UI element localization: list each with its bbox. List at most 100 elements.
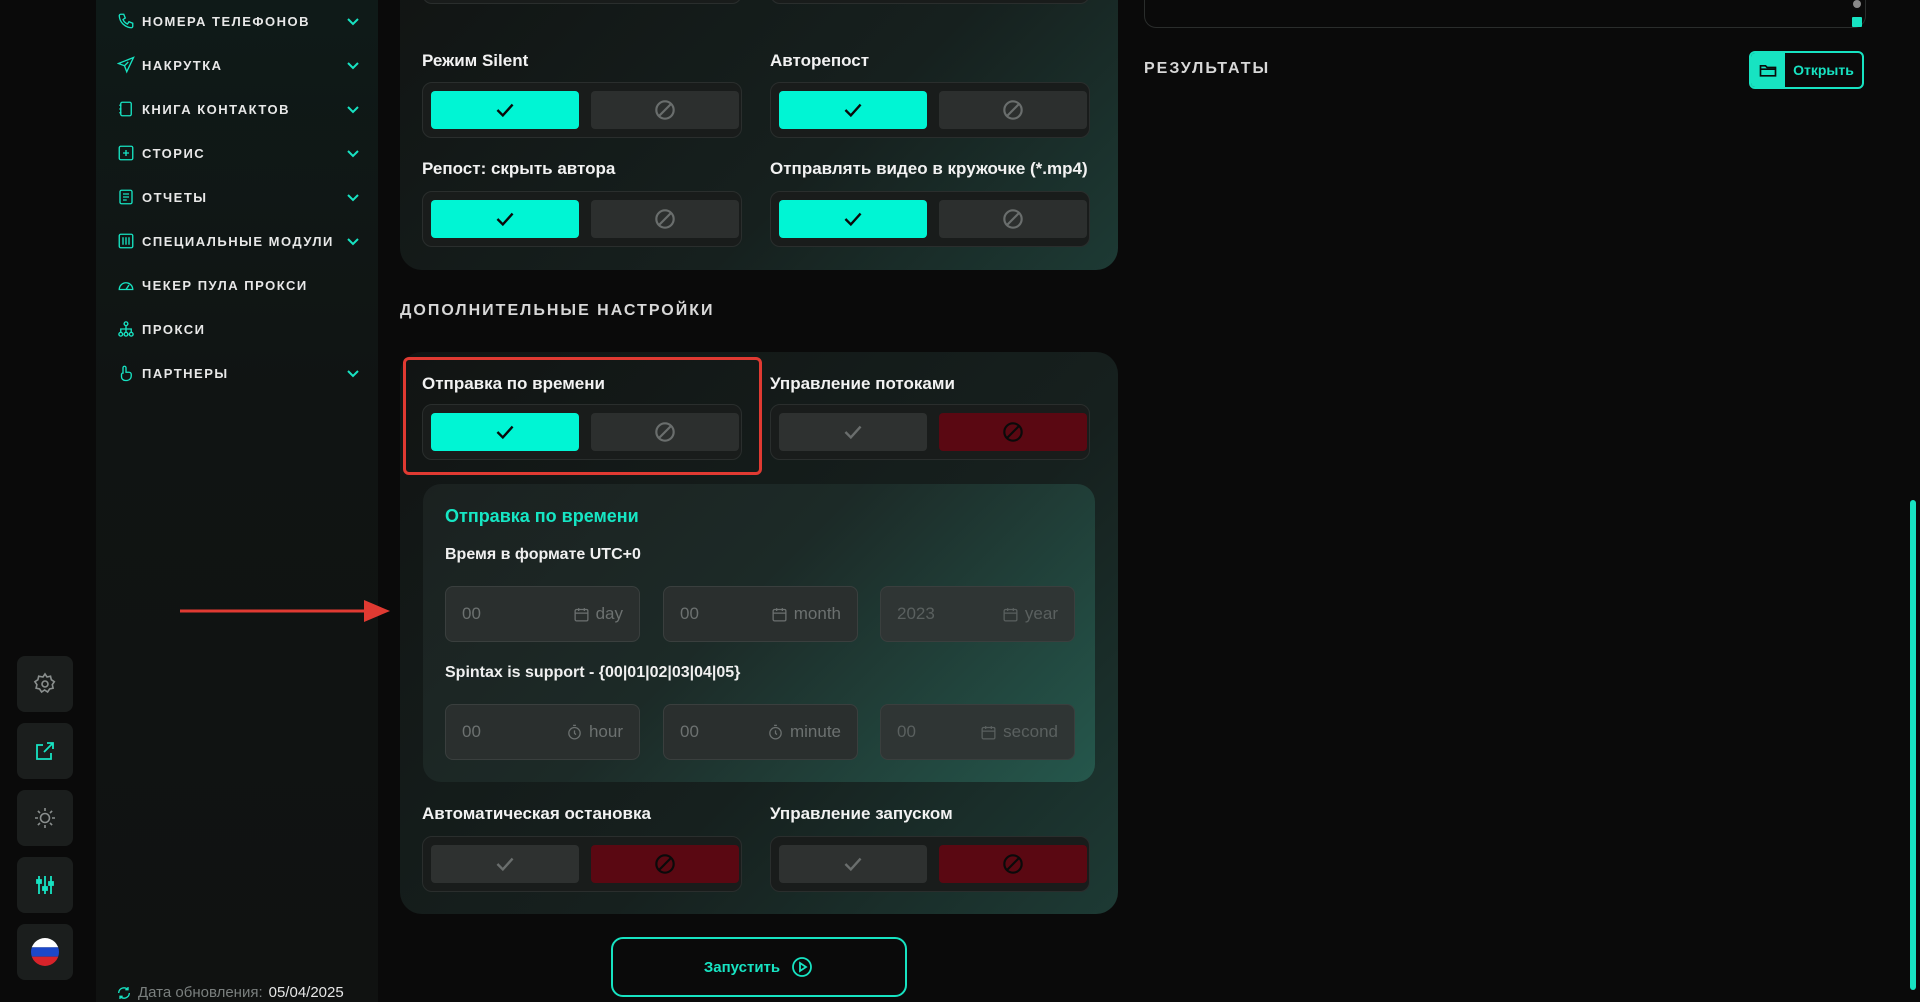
check-icon	[844, 425, 862, 440]
chevron-down-icon	[347, 370, 359, 378]
schedule-panel: Отправка по времени Время в формате UTC+…	[423, 484, 1095, 782]
sidebar-item-reports[interactable]: ОТЧЕТЫ	[116, 182, 361, 212]
ban-icon	[655, 100, 675, 120]
sidebar-item-proxy-checker[interactable]: ЧЕКЕР ПУЛА ПРОКСИ	[116, 270, 361, 300]
hide-author-toggle	[422, 191, 742, 247]
brightness-icon	[35, 808, 55, 828]
extra-settings-title: ДОПОЛНИТЕЛЬНЫЕ НАСТРОЙКИ	[400, 302, 715, 319]
threads-on-button[interactable]	[779, 413, 927, 451]
autorepost-toggle	[770, 82, 1090, 138]
update-date-line: Дата обновления: 05/04/2025	[116, 984, 344, 1001]
log-textarea[interactable]	[1144, 0, 1866, 28]
sidebar-item-phones[interactable]: НОМЕРА ТЕЛЕФОНОВ	[116, 6, 361, 36]
plus-square-icon	[116, 143, 136, 163]
icon-rail	[0, 0, 96, 1002]
stopwatch-icon	[568, 724, 581, 740]
minute-unit: minute	[789, 722, 841, 741]
video-circle-off-button[interactable]	[939, 200, 1087, 238]
sidebar-item-label: НАКРУТКА	[142, 57, 223, 73]
calendar-icon	[1003, 607, 1018, 622]
sidebar-item-label: ОТЧЕТЫ	[142, 189, 208, 205]
silent-on-button[interactable]	[431, 91, 579, 129]
sliders-icon	[36, 876, 54, 894]
hide-author-on-button[interactable]	[431, 200, 579, 238]
hour-value: 00	[462, 722, 481, 741]
options-card: Режим Silent Авторепост Репост: скрыть а…	[400, 0, 1118, 270]
update-date: 05/04/2025	[268, 984, 344, 1001]
sidebar-item-boost[interactable]: НАКРУТКА	[116, 50, 361, 80]
sidebar-item-contacts[interactable]: КНИГА КОНТАКТОВ	[116, 94, 361, 124]
year-input[interactable]: 2023 year	[880, 586, 1075, 642]
launch-label: Запустить	[703, 958, 781, 976]
threads-off-button[interactable]	[939, 413, 1087, 451]
minute-input[interactable]: 00 minute	[663, 704, 858, 760]
gauge-icon	[116, 275, 136, 295]
silent-mode-label: Режим Silent	[422, 51, 529, 70]
resize-grip-icon[interactable]	[1852, 17, 1862, 27]
auto-stop-off-button[interactable]	[591, 845, 739, 883]
threads-label: Управление потоками	[770, 374, 955, 393]
folder-open-icon	[1759, 65, 1777, 77]
sidebar-item-stories[interactable]: СТОРИС	[116, 138, 361, 168]
launch-control-on-button[interactable]	[779, 845, 927, 883]
month-input[interactable]: 00 month	[663, 586, 858, 642]
second-value: 00	[897, 722, 916, 741]
hide-author-off-button[interactable]	[591, 200, 739, 238]
autorepost-on-button[interactable]	[779, 91, 927, 129]
check-icon	[844, 212, 862, 227]
threads-toggle	[770, 404, 1090, 460]
report-icon	[116, 187, 136, 207]
sidebar-item-special-modules[interactable]: СПЕЦИАЛЬНЫЕ МОДУЛИ	[116, 226, 361, 256]
video-circle-label: Отправлять видео в кружочке (*.mp4)	[770, 159, 1088, 178]
phone-icon	[116, 11, 136, 31]
autorepost-off-button[interactable]	[939, 91, 1087, 129]
ban-icon	[1003, 854, 1023, 874]
results-title: РЕЗУЛЬТАТЫ	[1144, 60, 1271, 77]
silent-mode-toggle	[422, 82, 742, 138]
sidebar-item-label: СТОРИС	[142, 145, 206, 161]
sidebar: НОМЕРА ТЕЛЕФОНОВ НАКРУТКА КНИГА КОНТАКТО…	[96, 0, 378, 1002]
partial-toggle-left	[422, 0, 742, 4]
launch-button[interactable]: Запустить	[611, 937, 907, 997]
settings-button[interactable]	[17, 656, 73, 712]
chevron-down-icon	[347, 18, 359, 26]
video-circle-on-button[interactable]	[779, 200, 927, 238]
auto-stop-on-button[interactable]	[431, 845, 579, 883]
calendar-icon	[981, 725, 996, 740]
day-input[interactable]: 00 day	[445, 586, 640, 642]
open-results-button[interactable]: Открыть	[1749, 51, 1864, 89]
silent-off-button[interactable]	[591, 91, 739, 129]
hour-unit: hour	[588, 722, 623, 741]
hand-icon	[116, 363, 136, 383]
language-button[interactable]	[17, 924, 73, 980]
sidebar-item-label: КНИГА КОНТАКТОВ	[142, 101, 291, 117]
day-unit: day	[595, 604, 623, 623]
theme-toggle-button[interactable]	[17, 790, 73, 846]
external-link-icon	[36, 742, 54, 760]
textarea-scrollbar[interactable]	[1853, 0, 1861, 8]
chevron-down-icon	[347, 194, 359, 202]
second-input[interactable]: 00 second	[880, 704, 1075, 760]
sidebar-item-partners[interactable]: ПАРТНЕРЫ	[116, 358, 361, 388]
sliders-button[interactable]	[17, 857, 73, 913]
external-link-button[interactable]	[17, 723, 73, 779]
launch-control-label: Управление запуском	[770, 804, 953, 823]
auto-stop-label: Автоматическая остановка	[422, 804, 651, 823]
launch-control-off-button[interactable]	[939, 845, 1087, 883]
sidebar-item-label: ПАРТНЕРЫ	[142, 365, 229, 381]
chevron-down-icon	[347, 62, 359, 70]
sidebar-item-proxy[interactable]: ПРОКСИ	[116, 314, 361, 344]
check-icon	[496, 857, 514, 872]
stopwatch-icon	[769, 724, 782, 740]
page-scrollbar[interactable]	[1910, 500, 1916, 990]
highlight-box	[403, 357, 762, 475]
ban-icon	[1003, 100, 1023, 120]
hour-input[interactable]: 00 hour	[445, 704, 640, 760]
auto-stop-toggle	[422, 836, 742, 892]
sidebar-item-label: ЧЕКЕР ПУЛА ПРОКСИ	[142, 277, 308, 293]
update-label: Дата обновления:	[138, 984, 263, 1001]
paper-plane-icon	[116, 55, 136, 75]
video-circle-toggle	[770, 191, 1090, 247]
check-icon	[496, 212, 514, 227]
ban-icon	[655, 854, 675, 874]
